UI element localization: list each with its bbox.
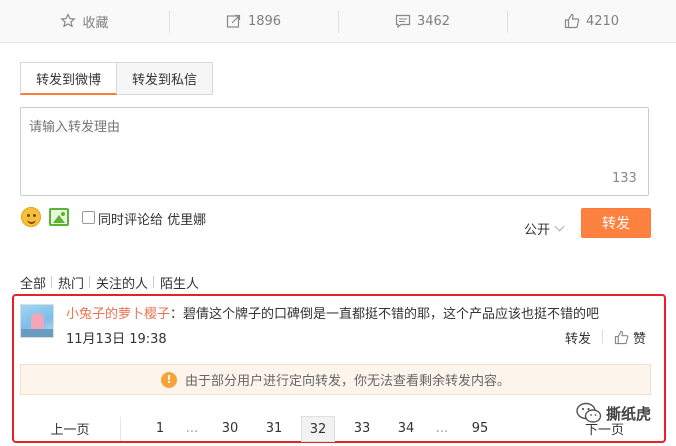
forward-reason-input[interactable] — [20, 107, 649, 196]
image-icon[interactable] — [49, 208, 69, 226]
like-count: 4210 — [585, 13, 620, 29]
filter-following[interactable]: 关注的人 — [89, 273, 154, 292]
repost-filters: 全部 热门 关注的人 陌生人 — [20, 273, 205, 292]
watermark: 撕纸虎 — [576, 402, 651, 424]
warning-icon: ! — [160, 371, 177, 388]
forward-submit-button[interactable]: 转发 — [581, 208, 651, 238]
forward-tabs: 转发到微博 转发到私信 — [20, 62, 214, 95]
restricted-notice: ! 由于部分用户进行定向转发，你无法查看剩余转发内容。 — [20, 364, 651, 395]
like-label: 赞 — [633, 332, 647, 347]
divider — [120, 416, 121, 441]
filter-all[interactable]: 全部 — [20, 273, 52, 292]
page-32-current[interactable]: 32 — [301, 415, 335, 442]
also-comment-checkbox[interactable] — [82, 211, 95, 224]
repost-time: 11月13日 19:38 — [66, 332, 167, 347]
thumbs-up-icon — [614, 330, 629, 345]
visibility-dropdown[interactable]: 公开 — [524, 219, 565, 238]
avatar[interactable] — [20, 304, 54, 338]
page-95[interactable]: 95 — [463, 416, 497, 442]
chevron-down-icon — [554, 221, 565, 231]
page-31[interactable]: 31 — [257, 416, 291, 442]
page-1[interactable]: 1 — [143, 416, 177, 442]
page-34[interactable]: 34 — [389, 416, 423, 442]
notice-text: 由于部分用户进行定向转发，你无法查看剩余转发内容。 — [184, 374, 510, 389]
repost-count: 1896 — [247, 13, 282, 29]
page-ellipsis: ... — [435, 421, 449, 436]
wechat-icon — [576, 402, 602, 423]
thumbs-up-icon — [564, 13, 580, 29]
comment-icon — [395, 14, 411, 29]
filter-strangers[interactable]: 陌生人 — [153, 273, 205, 292]
favorite-button[interactable]: 收藏 — [0, 0, 169, 42]
filter-hot[interactable]: 热门 — [51, 273, 90, 292]
also-comment-label: 同时评论给 优里娜 — [98, 213, 207, 228]
username-link[interactable]: 小兔子的萝卜樱子 — [66, 307, 170, 322]
repost-item-text: 小兔子的萝卜樱子：碧倩这个牌子的口碑倒是一直都挺不错的耶，这个产品应该也挺不错的… — [66, 303, 599, 322]
repost-item-like-button[interactable]: 赞 — [614, 328, 646, 347]
star-icon — [60, 13, 77, 28]
comment-count-button[interactable]: 3462 — [338, 0, 507, 42]
tab-forward-weibo[interactable]: 转发到微博 — [20, 62, 118, 95]
like-count-button[interactable]: 4210 — [507, 0, 676, 42]
visibility-value: 公开 — [524, 223, 551, 238]
page-30[interactable]: 30 — [213, 416, 247, 442]
repost-content: ：碧倩这个牌子的口碑倒是一直都挺不错的耶，这个产品应该也挺不错的吧 — [170, 307, 600, 322]
char-counter: 133 — [612, 171, 637, 186]
page-ellipsis: ... — [185, 421, 199, 436]
pagination: 上一页 1 ... 30 31 32 33 34 ... 95 下一页 — [20, 411, 651, 446]
tab-forward-message[interactable]: 转发到私信 — [117, 62, 214, 95]
page-33[interactable]: 33 — [345, 416, 379, 442]
action-bar: 收藏 1896 3462 4210 — [0, 0, 676, 43]
comment-count: 3462 — [416, 13, 451, 29]
favorite-label: 收藏 — [82, 15, 109, 31]
repost-count-button[interactable]: 1896 — [169, 0, 338, 42]
repost-icon — [226, 14, 241, 28]
prev-page-button[interactable]: 上一页 — [20, 419, 120, 438]
divider — [602, 330, 603, 343]
repost-item-forward-link[interactable]: 转发 — [565, 328, 591, 347]
emoji-icon[interactable] — [21, 207, 41, 227]
watermark-text: 撕纸虎 — [606, 404, 652, 423]
